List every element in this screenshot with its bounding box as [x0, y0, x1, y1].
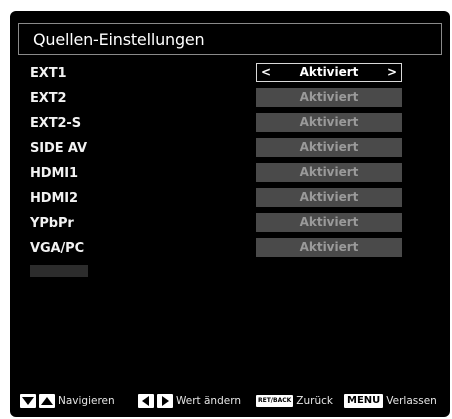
source-row-vga-pc[interactable]: VGA/PC Aktiviert [10, 237, 450, 262]
osd-menu-screen: Quellen-Einstellungen EXT1 < Aktiviert >… [10, 11, 450, 417]
source-value: Aktiviert [299, 65, 359, 79]
source-value[interactable]: Aktiviert [256, 213, 402, 232]
menu-title: Quellen-Einstellungen [33, 30, 205, 49]
source-value[interactable]: Aktiviert [256, 88, 402, 107]
hint-return-label: Zurück [296, 395, 333, 407]
source-label: HDMI1 [30, 166, 78, 181]
left-triangle-icon [138, 394, 154, 408]
source-label: EXT2-S [30, 116, 81, 131]
menu-title-bar: Quellen-Einstellungen [18, 23, 442, 55]
right-triangle-icon [157, 394, 173, 408]
source-label: YPbPr [30, 216, 74, 231]
source-row-ext1[interactable]: EXT1 < Aktiviert > [10, 62, 450, 87]
source-list: EXT1 < Aktiviert > EXT2 Aktiviert EXT2-S… [10, 62, 450, 262]
hint-exit: MENU Verlassen [344, 393, 437, 409]
arrow-right-icon[interactable]: > [385, 64, 399, 81]
hint-exit-label: Verlassen [386, 395, 437, 407]
source-row-side-av[interactable]: SIDE AV Aktiviert [10, 137, 450, 162]
source-label: VGA/PC [30, 241, 85, 256]
source-value[interactable]: Aktiviert [256, 163, 402, 182]
footer-hint-bar: Navigieren Wert ändern RET/BACK Zurück M… [10, 390, 450, 412]
hint-navigate-label: Navigieren [58, 395, 115, 407]
up-triangle-icon [39, 394, 55, 408]
menu-key-icon: MENU [344, 394, 384, 408]
return-key-icon: RET/BACK [256, 395, 294, 407]
arrow-left-icon[interactable]: < [259, 64, 273, 81]
source-value[interactable]: Aktiviert [256, 138, 402, 157]
empty-row-placeholder [30, 265, 88, 277]
hint-change-value: Wert ändern [138, 393, 241, 409]
hint-change-label: Wert ändern [176, 395, 241, 407]
source-value[interactable]: Aktiviert [256, 113, 402, 132]
source-label: EXT1 [30, 66, 67, 81]
hint-return: RET/BACK Zurück [256, 393, 333, 409]
source-label: HDMI2 [30, 191, 78, 206]
source-row-ext2-s[interactable]: EXT2-S Aktiviert [10, 112, 450, 137]
down-triangle-icon [20, 394, 36, 408]
source-value-selector[interactable]: < Aktiviert > [256, 63, 402, 82]
source-label: EXT2 [30, 91, 67, 106]
hint-navigate: Navigieren [20, 393, 115, 409]
source-value[interactable]: Aktiviert [256, 238, 402, 257]
source-row-ext2[interactable]: EXT2 Aktiviert [10, 87, 450, 112]
source-value[interactable]: Aktiviert [256, 188, 402, 207]
source-row-ypbpr[interactable]: YPbPr Aktiviert [10, 212, 450, 237]
source-row-hdmi1[interactable]: HDMI1 Aktiviert [10, 162, 450, 187]
source-label: SIDE AV [30, 141, 87, 156]
source-row-hdmi2[interactable]: HDMI2 Aktiviert [10, 187, 450, 212]
